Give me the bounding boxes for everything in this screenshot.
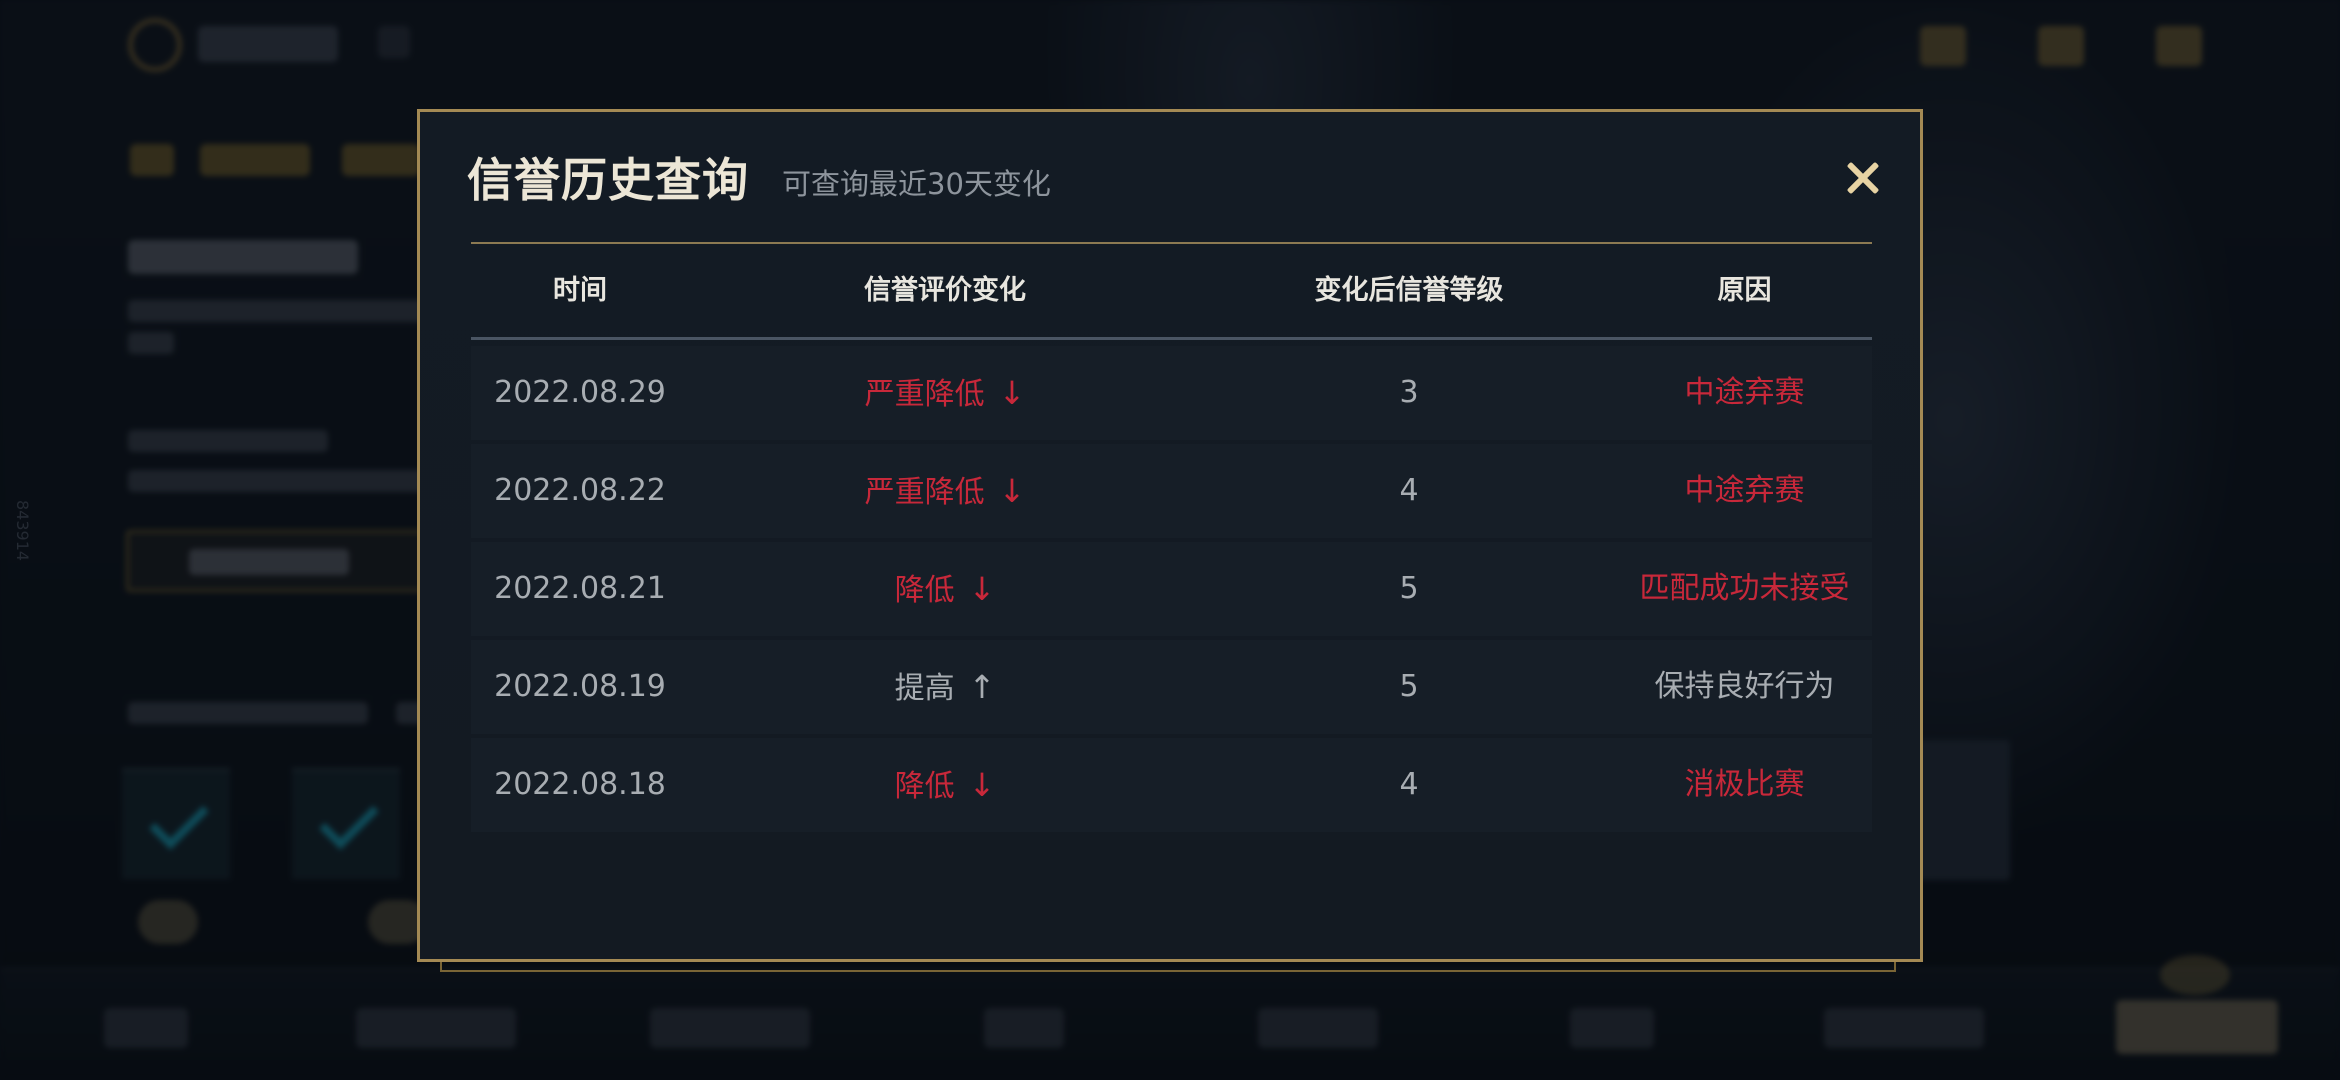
row-change-label: 降低	[894, 769, 955, 804]
row-change-label: 降低	[894, 573, 955, 608]
table-row: 2022.08.22 严重降低 ↓ 4 中途弃赛	[471, 444, 1872, 538]
row-level: 5	[1399, 669, 1419, 704]
close-icon[interactable]	[1840, 156, 1886, 202]
arrow-down-icon: ↓	[998, 374, 1026, 412]
row-date: 2022.08.19	[494, 669, 666, 704]
arrow-down-icon: ↓	[968, 766, 996, 804]
row-reason: 中途弃赛	[1684, 473, 1805, 508]
row-change: 严重降低 ↓	[689, 346, 1201, 440]
credit-history-modal: 信誉历史查询 可查询最近30天变化 时间 信誉评价变化 变化后信誉等级 原因 2…	[417, 109, 1923, 962]
table-row: 2022.08.21 降低 ↓ 5 匹配成功未接受	[471, 542, 1872, 636]
column-header-reason: 原因	[1717, 275, 1772, 306]
table-row: 2022.08.19 提高 ↑ 5 保持良好行为	[471, 640, 1872, 734]
row-level: 4	[1399, 473, 1419, 508]
row-change: 严重降低 ↓	[689, 444, 1201, 538]
column-header-level: 变化后信誉等级	[1314, 275, 1504, 306]
row-change: 降低 ↓	[689, 542, 1201, 636]
row-change: 提高 ↑	[689, 640, 1201, 734]
row-reason: 中途弃赛	[1684, 375, 1805, 410]
credit-history-table: 时间 信誉评价变化 变化后信誉等级 原因 2022.08.29 严重降低 ↓ 3 …	[471, 244, 1872, 832]
row-date: 2022.08.29	[494, 375, 666, 410]
row-change-label: 严重降低	[864, 377, 985, 412]
table-header: 时间 信誉评价变化 变化后信誉等级 原因	[471, 244, 1872, 340]
table-row: 2022.08.29 严重降低 ↓ 3 中途弃赛	[471, 346, 1872, 440]
row-date: 2022.08.18	[494, 767, 666, 802]
modal-title: 信誉历史查询	[467, 153, 749, 207]
modal-subtitle: 可查询最近30天变化	[782, 167, 1051, 201]
modal-bottom-edge	[440, 962, 1896, 972]
row-level: 4	[1399, 767, 1419, 802]
row-reason: 匹配成功未接受	[1639, 571, 1850, 606]
row-level: 5	[1399, 571, 1419, 606]
row-level: 3	[1399, 375, 1419, 410]
arrow-up-icon: ↑	[968, 668, 996, 706]
row-change-label: 提高	[894, 671, 955, 706]
column-header-change: 信誉评价变化	[864, 275, 1026, 306]
row-date: 2022.08.22	[494, 473, 666, 508]
column-header-time: 时间	[553, 275, 607, 306]
row-reason: 保持良好行为	[1654, 669, 1835, 704]
arrow-down-icon: ↓	[998, 472, 1026, 510]
row-reason: 消极比赛	[1684, 767, 1805, 802]
arrow-down-icon: ↓	[968, 570, 996, 608]
row-change-label: 严重降低	[864, 475, 985, 510]
table-row: 2022.08.18 降低 ↓ 4 消极比赛	[471, 738, 1872, 832]
row-change: 降低 ↓	[689, 738, 1201, 832]
row-date: 2022.08.21	[494, 571, 666, 606]
